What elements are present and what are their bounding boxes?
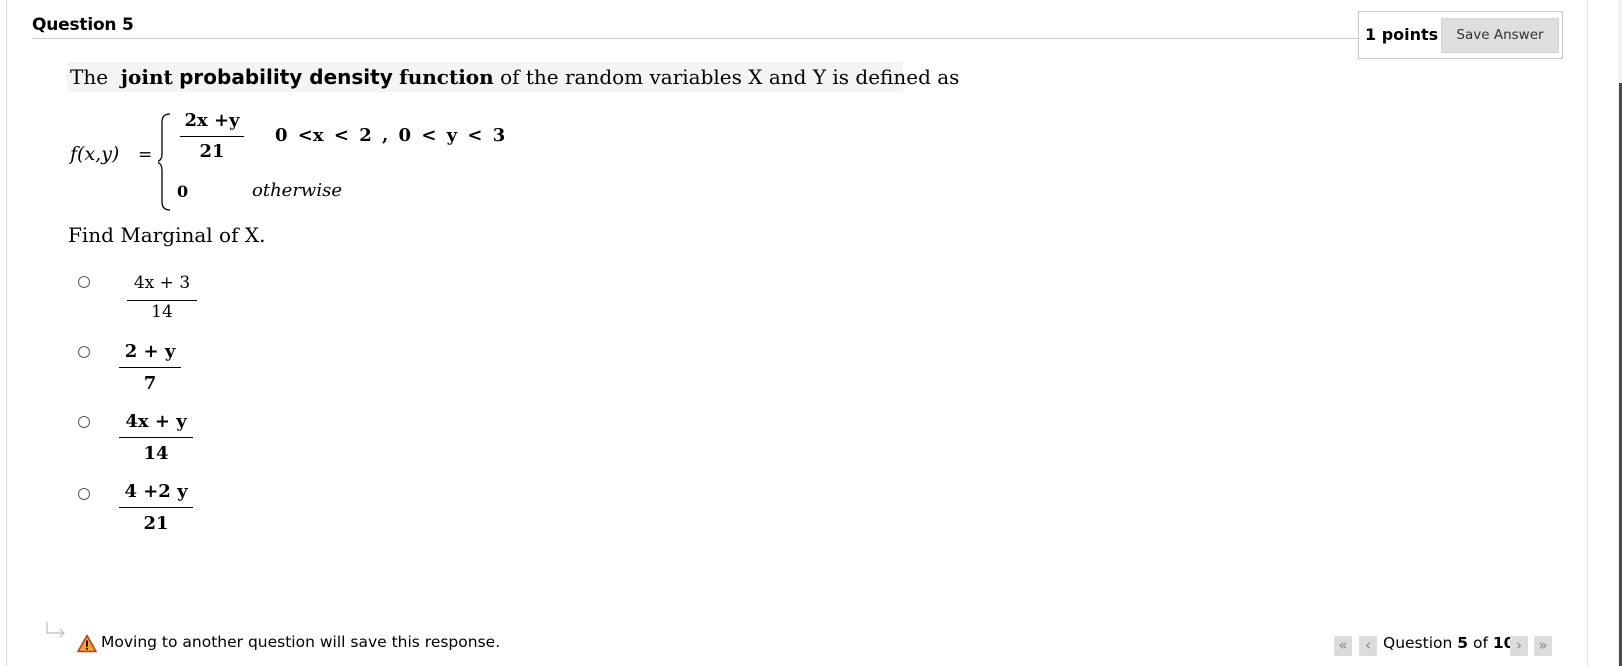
option-1-fraction: 4x + 3 14	[127, 266, 197, 325]
question-instruction: Find Marginal of X.	[68, 223, 266, 247]
option-4-denominator: 21	[143, 513, 169, 534]
pdf-denominator: 21	[199, 141, 225, 162]
option-3-fraction: 4x + y 14	[119, 406, 193, 468]
save-warning-text: Moving to another question will save thi…	[101, 633, 501, 651]
option-1-radio[interactable]	[78, 276, 90, 288]
formula-equals: =	[138, 145, 153, 165]
question-counter: Question 5 of 10	[1383, 634, 1514, 652]
last-question-button[interactable]: »	[1534, 636, 1552, 656]
header-divider	[32, 38, 1358, 39]
prompt-bold-function: function	[399, 65, 494, 89]
prompt-bold-probability-density: probability density	[179, 65, 393, 89]
pdf-numerator: 2x +y	[184, 110, 240, 131]
counter-prefix: Question	[1383, 634, 1453, 652]
formula-lhs: f(x,y)	[70, 143, 120, 165]
question-title: Question 5	[32, 15, 134, 35]
previous-question-button[interactable]: ‹	[1359, 636, 1377, 656]
counter-current: 5	[1457, 634, 1469, 652]
save-answer-button[interactable]: Save Answer	[1441, 18, 1559, 53]
content-right-border	[1587, 0, 1588, 666]
pdf-otherwise-label: otherwise	[252, 180, 342, 201]
pdf-fraction: 2x +y 21	[180, 106, 244, 167]
points-label: 1 points	[1365, 25, 1439, 44]
question-prompt: The joint probability density function o…	[67, 62, 959, 92]
pdf-domain-condition: 0 <x < 2 , 0 < y < 3	[275, 125, 506, 146]
next-question-button[interactable]: ›	[1510, 636, 1528, 656]
prompt-tail: of the random variables X and Y is defin…	[500, 65, 960, 89]
option-2-fraction: 2 + y 7	[119, 337, 181, 398]
prompt-bold-joint: joint	[120, 65, 173, 89]
prompt-lead: The	[70, 65, 109, 89]
counter-of: of	[1473, 634, 1488, 652]
pdf-otherwise-value: 0	[177, 182, 189, 201]
option-4-fraction: 4 +2 y 21	[119, 476, 193, 538]
return-arrow-icon	[46, 622, 65, 638]
option-1-denominator: 14	[151, 302, 173, 322]
first-question-button[interactable]: «	[1334, 636, 1352, 656]
option-3-denominator: 14	[143, 443, 169, 464]
option-4-numerator: 4 +2 y	[124, 481, 188, 502]
option-3-radio[interactable]	[78, 416, 90, 428]
option-4-radio[interactable]	[78, 488, 90, 500]
points-panel: 1 points Save Answer	[1358, 11, 1563, 59]
option-2-numerator: 2 + y	[124, 341, 176, 362]
left-border	[6, 0, 7, 666]
option-2-denominator: 7	[143, 373, 157, 394]
option-2-radio[interactable]	[78, 346, 90, 358]
option-3-numerator: 4x + y	[125, 411, 187, 432]
warning-icon	[77, 634, 97, 653]
option-1-numerator: 4x + 3	[133, 273, 191, 293]
